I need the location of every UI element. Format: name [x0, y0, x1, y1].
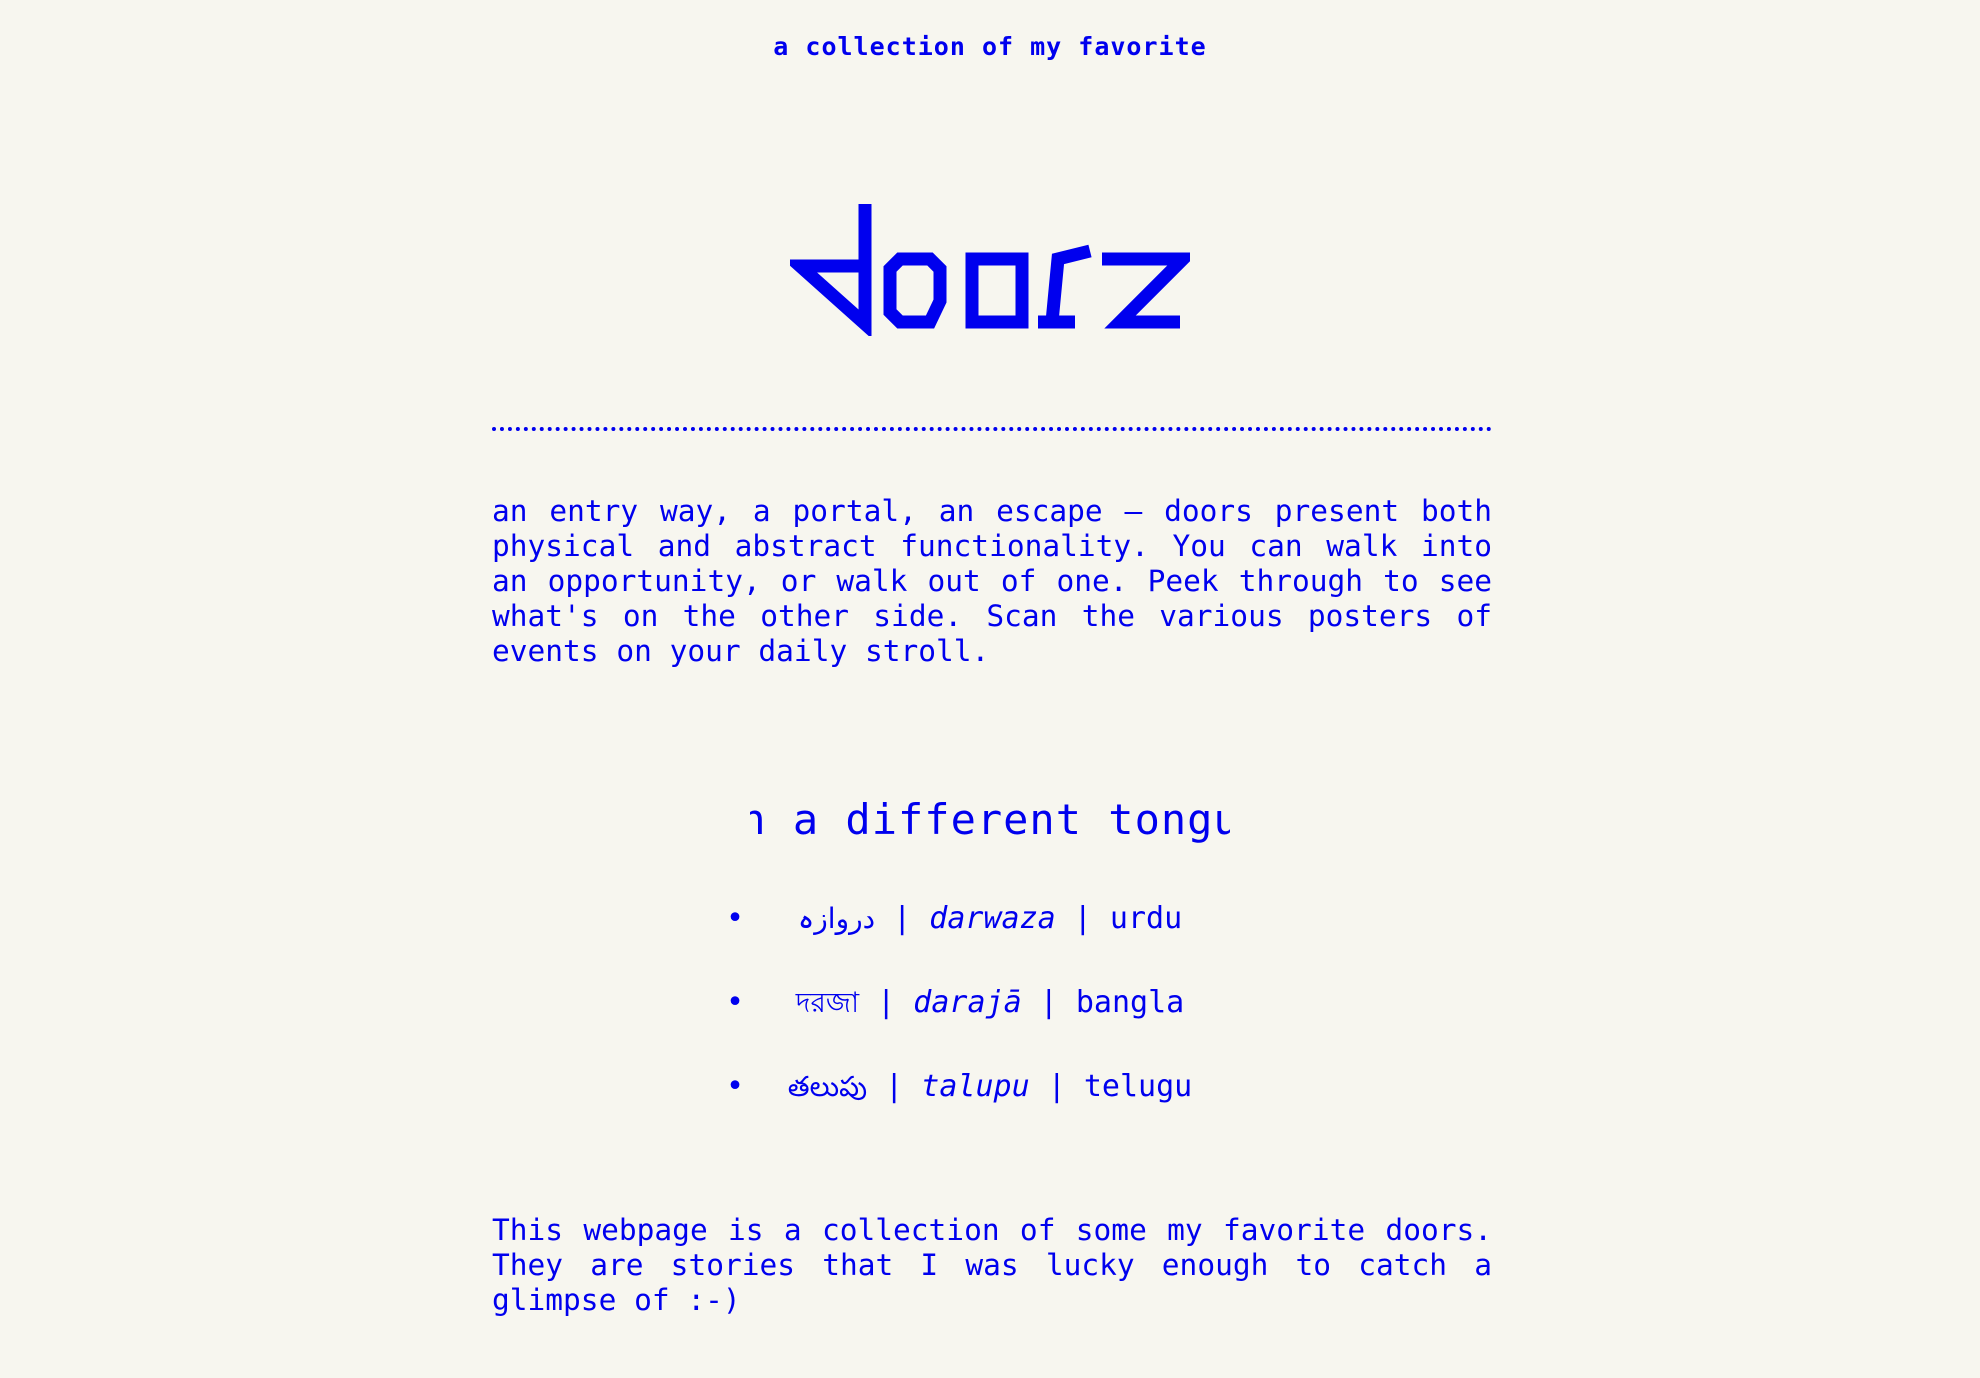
bullet-icon: •: [726, 1069, 745, 1104]
native-word: دروازہ: [797, 902, 876, 935]
list-item: • دروازہ | darwaza | urdu: [0, 895, 1980, 979]
separator: |: [885, 1069, 904, 1104]
transliteration: darajā: [913, 985, 1022, 1020]
native-word: తలుపు: [787, 1070, 868, 1103]
separator: |: [1073, 901, 1092, 936]
svg-text:in a different tongue: in a different tongue: [750, 796, 1230, 844]
separator: |: [893, 901, 912, 936]
transliteration: darwaza: [929, 901, 1056, 936]
bullet-icon: •: [726, 985, 745, 1020]
separator: |: [1047, 1069, 1066, 1104]
page-title: doors: [790, 196, 1190, 336]
tongue-heading: in a different tongue: [714, 795, 1265, 846]
page-kicker: a collection of my favorite: [773, 32, 1207, 61]
language-name: bangla: [1075, 985, 1185, 1020]
separator: |: [877, 985, 896, 1020]
dotted-divider: [492, 427, 1492, 431]
list-item: • দরজা | darajā | bangla: [0, 979, 1980, 1063]
outro-paragraph: This webpage is a collection of some my …: [492, 1213, 1492, 1317]
language-name: telugu: [1083, 1069, 1193, 1104]
translation-list: • دروازہ | darwaza | urdu • দরজা | daraj…: [0, 895, 1980, 1147]
transliteration: talupu: [921, 1069, 1030, 1104]
intro-paragraph: an entry way, a portal, an escape — door…: [492, 494, 1492, 668]
tongue-heading-lettering: in a different tongue: [714, 795, 1265, 844]
bullet-icon: •: [726, 901, 745, 936]
separator: |: [1039, 985, 1058, 1020]
list-item: • తలుపు | talupu | telugu: [0, 1063, 1980, 1147]
language-name: urdu: [1109, 901, 1183, 936]
title-lettering: doors: [790, 204, 1190, 336]
native-word: দরজা: [795, 986, 860, 1019]
